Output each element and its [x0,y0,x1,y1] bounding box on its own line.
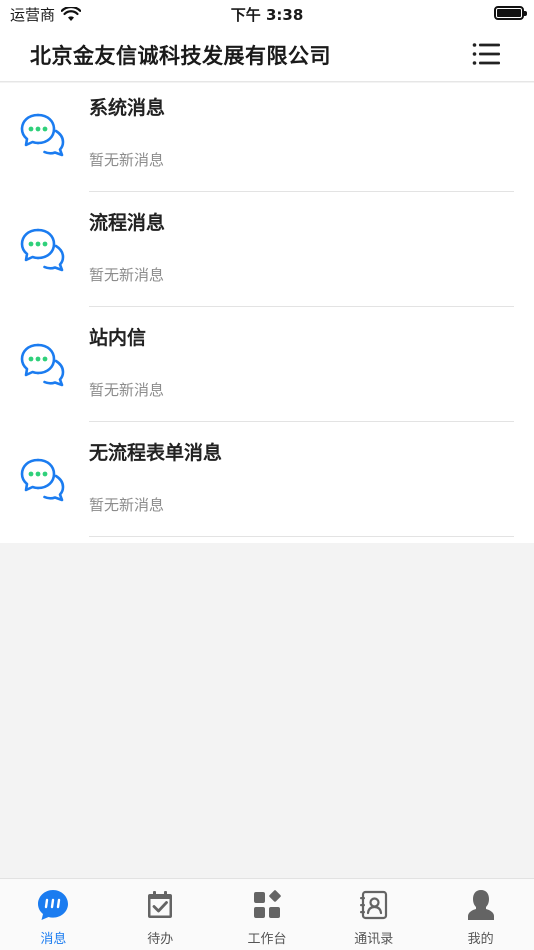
status-time: 下午 3:38 [230,6,304,24]
person-icon [467,890,494,920]
tab-profile[interactable]: 我的 [427,879,534,950]
message-bubble-icon [20,458,65,502]
message-item-inbox[interactable]: 站内信 暂无新消息 [0,313,534,428]
chat-bubble-icon [38,890,69,920]
divider [89,191,514,192]
tab-label: 消息 [40,932,67,947]
tab-label: 我的 [467,932,494,947]
message-list: 系统消息 暂无新消息 流程消息 暂无新消息 站内信 暂无新消息 无流程表单消息 … [0,83,534,543]
tab-label: 通讯录 [354,932,394,947]
message-item-form[interactable]: 无流程表单消息 暂无新消息 [0,428,534,543]
contacts-book-icon [359,890,387,920]
grid-apps-icon [253,890,281,918]
tab-workbench[interactable]: 工作台 [214,879,321,950]
battery-icon [494,6,527,20]
tab-label: 待办 [147,932,174,947]
tab-bar: 消息 待办 工作台 通讯录 我的 [0,878,534,950]
divider [89,536,514,537]
page-title: 北京金友信诚科技发展有限公司 [30,44,331,68]
divider [89,421,514,422]
message-subtitle: 暂无新消息 [89,381,165,399]
message-bubble-icon [20,343,65,387]
message-title: 站内信 [89,327,147,349]
tab-contacts[interactable]: 通讯录 [320,879,427,950]
status-bar: 运营商 下午 3:38 [0,0,534,28]
message-title: 流程消息 [89,212,166,234]
message-title: 无流程表单消息 [89,442,223,464]
tab-messages[interactable]: 消息 [0,879,107,950]
tab-todo[interactable]: 待办 [107,879,214,950]
message-item-workflow[interactable]: 流程消息 暂无新消息 [0,198,534,313]
message-bubble-icon [20,228,65,272]
message-subtitle: 暂无新消息 [89,496,165,514]
message-title: 系统消息 [89,97,166,119]
menu-list-icon[interactable] [472,42,500,66]
message-subtitle: 暂无新消息 [89,151,165,169]
header: 北京金友信诚科技发展有限公司 [0,28,534,82]
divider [89,306,514,307]
message-bubble-icon [20,113,65,157]
tab-label: 工作台 [247,932,287,947]
message-item-system[interactable]: 系统消息 暂无新消息 [0,83,534,198]
calendar-check-icon [148,891,173,918]
message-subtitle: 暂无新消息 [89,266,165,284]
